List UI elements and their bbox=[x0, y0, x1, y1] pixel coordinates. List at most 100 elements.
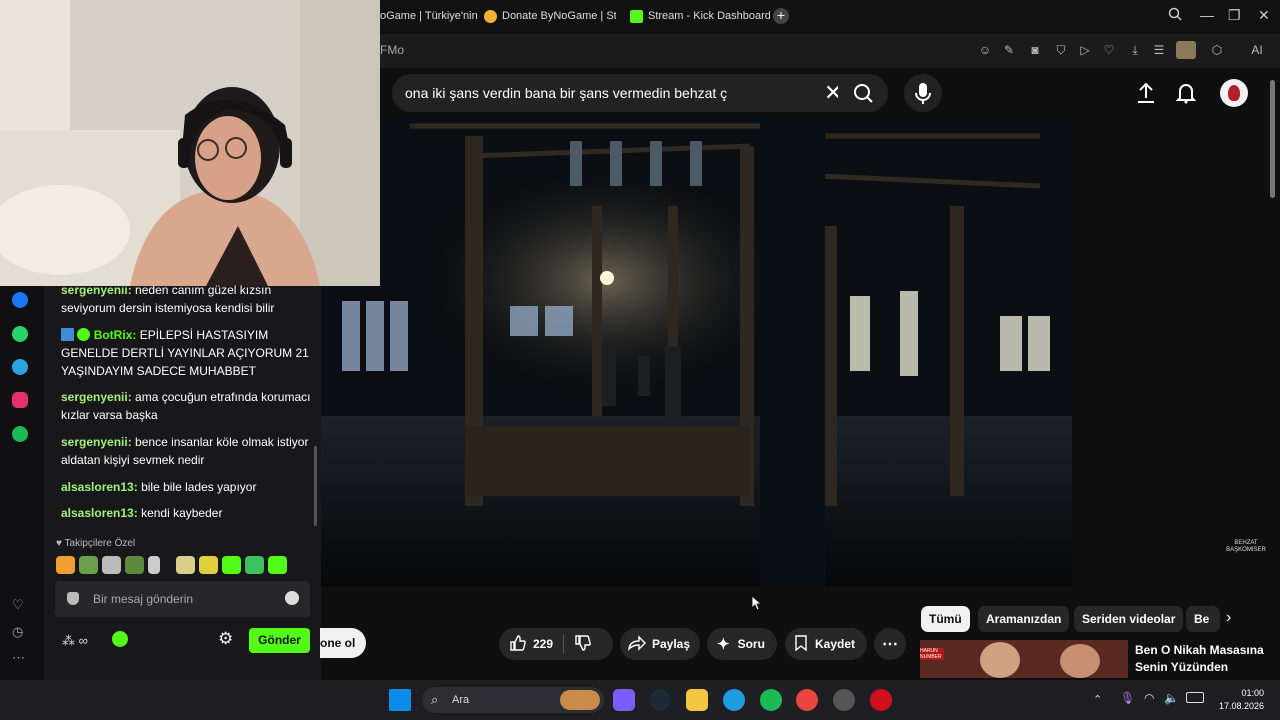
chat-message: sergenyenii: ama çocuğun etrafında korum… bbox=[61, 390, 311, 422]
sparkle-icon: ✦ bbox=[717, 636, 730, 653]
spotify-icon[interactable] bbox=[12, 426, 28, 442]
spotify-icon[interactable] bbox=[760, 689, 782, 711]
shield-icon[interactable]: ⛉ bbox=[1054, 43, 1068, 57]
edit-icon[interactable]: ✎ bbox=[1002, 43, 1016, 57]
kick-chat-panel: sergenyenii: neden canım güzel kızsın se… bbox=[44, 283, 321, 680]
taskbar-clock[interactable]: 01:00 17.08.2026 bbox=[1208, 687, 1264, 713]
emoji-icon[interactable]: ☺ bbox=[978, 43, 992, 57]
cube-icon[interactable]: ⬡ bbox=[1210, 43, 1224, 57]
whatsapp-icon[interactable] bbox=[12, 326, 28, 342]
history-icon[interactable]: ◷ bbox=[12, 624, 23, 640]
search-tabs-icon[interactable] bbox=[1168, 7, 1182, 24]
chip-all[interactable]: Tümü bbox=[921, 606, 970, 632]
instagram-icon[interactable] bbox=[12, 392, 28, 408]
search-box[interactable]: ona iki şans verdin bana bir şans vermed… bbox=[392, 74, 842, 112]
emote[interactable] bbox=[79, 556, 98, 574]
emote[interactable] bbox=[222, 556, 241, 574]
search-input[interactable]: ona iki şans verdin bana bir şans vermed… bbox=[405, 85, 727, 101]
camera-icon[interactable]: ◙ bbox=[1028, 43, 1042, 57]
mouse-cursor-icon bbox=[751, 595, 763, 615]
wifi-icon[interactable]: ◠ bbox=[1144, 691, 1154, 705]
play-icon[interactable]: ▷ bbox=[1078, 43, 1092, 57]
chip-series[interactable]: Seriden videolar bbox=[1074, 606, 1184, 632]
address-bar[interactable]: FMo ☺ ✎ ◙ ⛉ ▷ ♡ ⤓ ☰ ⬡ AI bbox=[380, 34, 1280, 68]
microphone-icon bbox=[915, 83, 931, 104]
ask-button[interactable]: ✦ Soru bbox=[707, 628, 777, 660]
list-icon[interactable]: ☰ bbox=[1152, 43, 1166, 57]
upload-icon[interactable] bbox=[1136, 82, 1156, 109]
heart-icon[interactable]: ♡ bbox=[12, 597, 24, 613]
subscribe-button[interactable]: one ol bbox=[320, 628, 366, 658]
telegram-icon[interactable] bbox=[12, 359, 28, 375]
more-icon[interactable]: ⋯ bbox=[12, 650, 25, 666]
address-text[interactable]: FMo bbox=[380, 43, 404, 57]
more-actions-button[interactable]: ⋯ bbox=[874, 628, 906, 660]
chrome-icon[interactable] bbox=[796, 689, 818, 711]
thumbs-up-icon bbox=[510, 634, 526, 651]
copilot-icon[interactable] bbox=[613, 689, 635, 711]
chat-message: sergenyenii: bence insanlar köle olmak i… bbox=[61, 435, 309, 467]
microphone-tray-icon[interactable]: 🎙 bbox=[1120, 691, 1135, 705]
obs-icon[interactable] bbox=[833, 689, 855, 711]
emote[interactable] bbox=[102, 556, 121, 574]
minimize-icon[interactable]: — bbox=[1200, 7, 1214, 23]
chevron-right-icon[interactable]: › bbox=[1226, 609, 1231, 627]
volume-icon[interactable]: 🔈 bbox=[1164, 691, 1179, 705]
messenger-icon[interactable] bbox=[12, 292, 28, 308]
donate-icon bbox=[484, 9, 497, 23]
windows-start-icon[interactable] bbox=[389, 689, 411, 711]
taskbar-search[interactable]: ⌕ Ara bbox=[422, 687, 604, 713]
chat-message-input[interactable]: Bir mesaj gönderin bbox=[55, 581, 310, 617]
emote[interactable] bbox=[199, 556, 218, 574]
video-frame bbox=[320, 116, 1072, 586]
kick-icon[interactable] bbox=[112, 631, 128, 647]
emote[interactable] bbox=[125, 556, 144, 574]
notifications-bell-icon[interactable] bbox=[1175, 82, 1197, 109]
share-button[interactable]: Paylaş bbox=[620, 628, 700, 660]
chip-from-search[interactable]: Aramanızdan bbox=[978, 606, 1070, 632]
emote[interactable] bbox=[268, 556, 287, 574]
emote[interactable] bbox=[176, 556, 195, 574]
close-window-icon[interactable]: ✕ bbox=[1258, 7, 1270, 24]
chip-more[interactable]: Be bbox=[1186, 606, 1220, 632]
download-icon[interactable]: ⤓ bbox=[1128, 43, 1142, 57]
suggested-title[interactable]: Ben O Nikah Masasına Senin Yüzünden bbox=[1135, 642, 1267, 676]
new-tab-button[interactable]: + bbox=[773, 8, 789, 24]
browser-tab-bar: oGame | Türkiye'nin E Donate ByNoGame | … bbox=[380, 0, 1280, 32]
settings-gear-icon[interactable]: ⚙ bbox=[218, 629, 233, 649]
search-highlight-icon bbox=[560, 690, 600, 710]
emote-section-label: ♥ Takipçilere Özel bbox=[56, 538, 136, 549]
maximize-icon[interactable]: ❐ bbox=[1228, 7, 1241, 24]
emote[interactable] bbox=[56, 556, 75, 574]
more-icon: ⋯ bbox=[882, 636, 898, 653]
opera-icon[interactable] bbox=[870, 689, 892, 711]
like-button[interactable] bbox=[509, 634, 527, 655]
video-player[interactable] bbox=[320, 116, 1072, 586]
emote[interactable] bbox=[148, 556, 160, 574]
save-button[interactable]: Kaydet bbox=[785, 628, 867, 660]
dislike-button[interactable] bbox=[574, 634, 592, 655]
avatar-image bbox=[1228, 85, 1240, 101]
account-avatar[interactable] bbox=[1220, 79, 1248, 107]
points-icon[interactable]: ⁂ ∞ bbox=[62, 633, 88, 649]
send-button[interactable]: Gönder bbox=[249, 628, 310, 653]
battery-icon[interactable] bbox=[1186, 692, 1204, 703]
tab-donate[interactable]: Donate ByNoGame | Strea bbox=[484, 6, 616, 26]
edge-icon[interactable] bbox=[723, 689, 745, 711]
profile-avatar-icon[interactable] bbox=[1176, 41, 1196, 59]
file-explorer-icon[interactable] bbox=[686, 689, 708, 711]
emoji-picker-icon[interactable] bbox=[285, 591, 299, 605]
tray-chevron-up-icon[interactable]: ⌃ bbox=[1093, 693, 1102, 706]
voice-search-button[interactable] bbox=[904, 74, 942, 112]
heart-icon[interactable]: ♡ bbox=[1102, 43, 1116, 57]
chat-scrollbar[interactable] bbox=[314, 446, 317, 526]
page-scrollbar[interactable] bbox=[1270, 80, 1275, 198]
ai-button[interactable]: AI bbox=[1242, 43, 1272, 57]
emote[interactable] bbox=[245, 556, 264, 574]
search-button[interactable] bbox=[838, 74, 888, 112]
tab-bynogame[interactable]: oGame | Türkiye'nin E bbox=[380, 6, 478, 26]
tab-kick-dashboard[interactable]: Stream - Kick Dashboard bbox=[630, 6, 770, 26]
suggested-thumbnail[interactable]: HARUN NUMBER bbox=[920, 640, 1128, 678]
chat-message: BotRix: EPİLEPSİ HASTASIYIM GENELDE DERT… bbox=[61, 328, 309, 378]
steam-icon[interactable] bbox=[649, 689, 671, 711]
